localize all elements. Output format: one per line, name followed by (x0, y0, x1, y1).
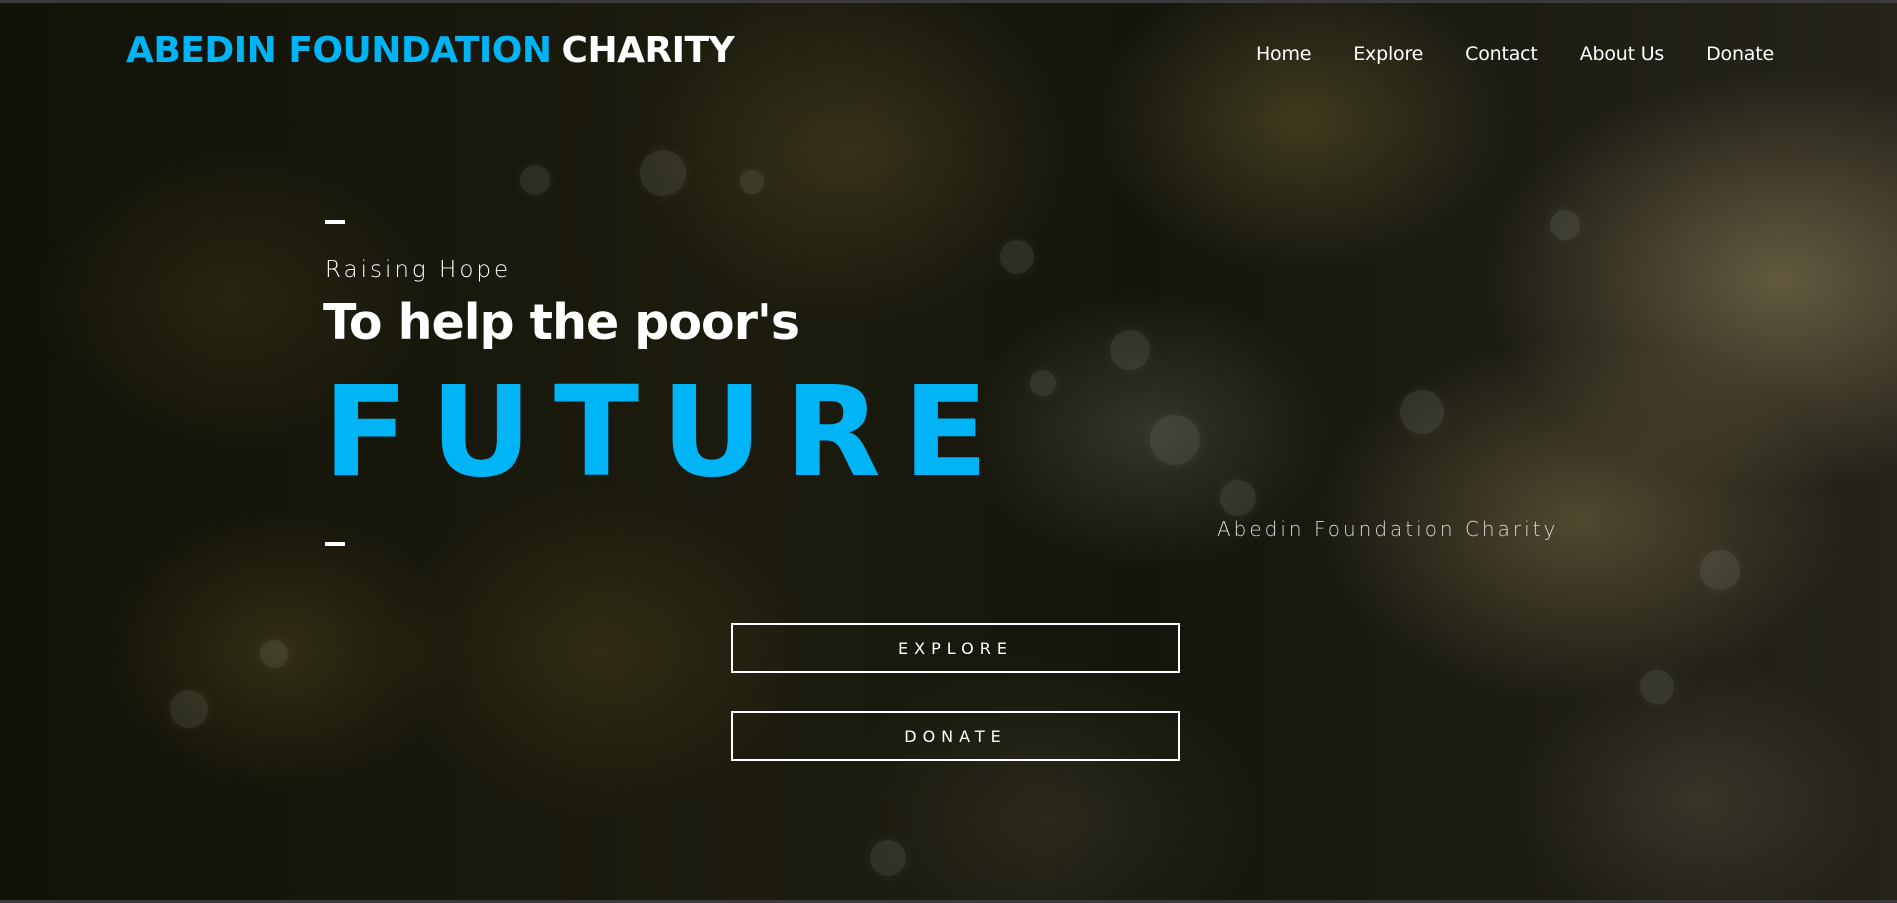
top-dash-divider (325, 220, 345, 224)
nav-explore[interactable]: Explore (1353, 43, 1423, 65)
bokeh-light (170, 690, 208, 728)
nav-contact[interactable]: Contact (1465, 43, 1538, 65)
nav-home[interactable]: Home (1256, 43, 1312, 65)
bokeh-light (1640, 670, 1674, 704)
bokeh-light (740, 170, 764, 194)
brand-name-secondary: CHARITY (561, 30, 735, 71)
brand-name-primary: ABEDIN FOUNDATION (126, 30, 552, 71)
top-border (0, 0, 1897, 3)
nav-donate[interactable]: Donate (1706, 43, 1774, 65)
bokeh-light (260, 640, 288, 668)
bokeh-light (1030, 370, 1056, 396)
hero-highlight: FUTURE (323, 360, 1011, 505)
bokeh-light (1550, 210, 1580, 240)
hero-section: ABEDIN FOUNDATION CHARITY Home Explore Co… (0, 0, 1897, 903)
bokeh-light (1400, 390, 1444, 434)
bokeh-light (1700, 550, 1740, 590)
hero-headline: To help the poor's (323, 294, 800, 351)
bokeh-light (640, 150, 686, 196)
bokeh-light (870, 840, 906, 876)
bokeh-light (1000, 240, 1034, 274)
bottom-dash-divider (325, 542, 345, 546)
bokeh-light (1220, 480, 1256, 516)
bokeh-light (1110, 330, 1150, 370)
main-nav: Home Explore Contact About Us Donate (1256, 43, 1774, 65)
nav-about-us[interactable]: About Us (1580, 43, 1665, 65)
explore-button[interactable]: EXPLORE (731, 623, 1180, 673)
hero-subbrand: Abedin Foundation Charity (1217, 517, 1559, 541)
hero-kicker: Raising Hope (325, 257, 512, 283)
bokeh-light (520, 165, 550, 195)
site-logo[interactable]: ABEDIN FOUNDATION CHARITY (126, 30, 735, 71)
donate-button[interactable]: DONATE (731, 711, 1180, 761)
bokeh-light (1150, 415, 1200, 465)
